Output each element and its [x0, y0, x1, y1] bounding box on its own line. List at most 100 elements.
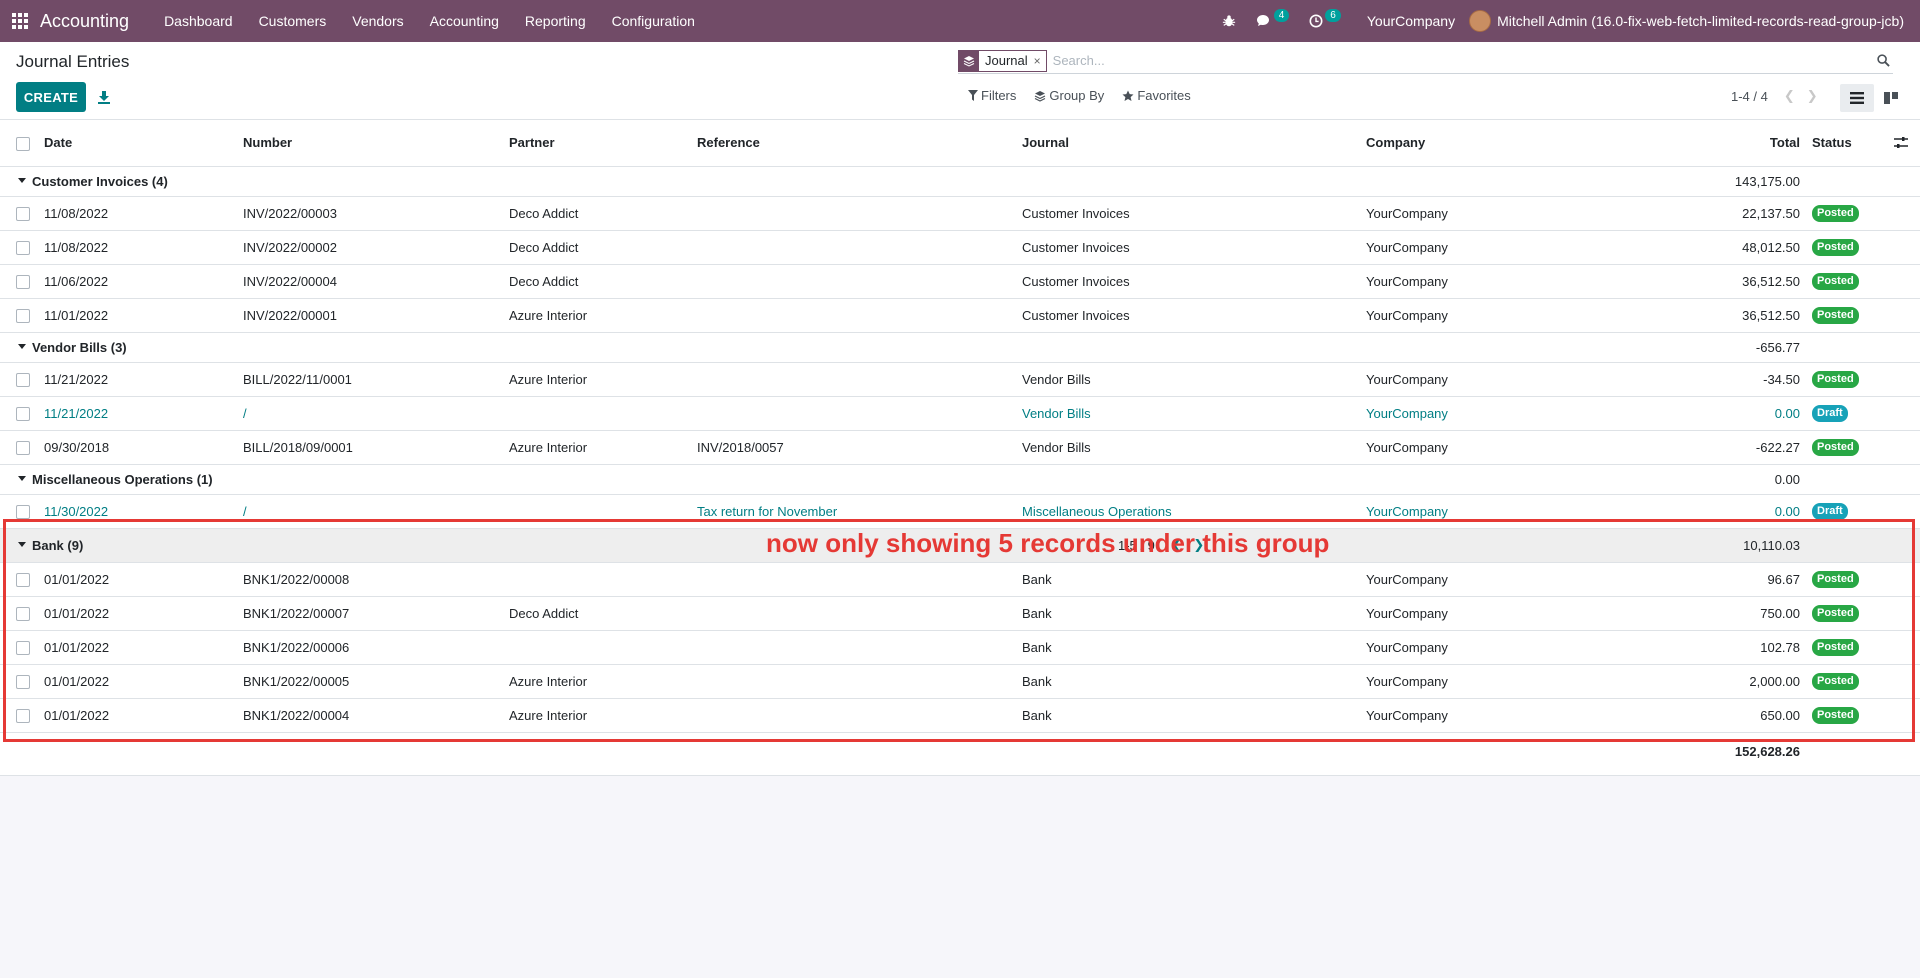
create-button[interactable]: CREATE — [16, 82, 86, 112]
row-checkbox[interactable] — [0, 196, 38, 231]
column-number[interactable]: Number — [237, 120, 503, 167]
group-total: -656.77 — [1728, 332, 1806, 363]
pager-next-icon[interactable]: ❯ — [1807, 88, 1818, 104]
menu-reporting[interactable]: Reporting — [512, 0, 599, 42]
cell-journal: Customer Invoices — [1016, 196, 1360, 231]
select-all-checkbox[interactable] — [0, 120, 38, 167]
row-checkbox[interactable] — [0, 630, 38, 665]
cell-journal: Miscellaneous Operations — [1016, 494, 1360, 529]
group-row[interactable]: Customer Invoices (4) 143,175.00 — [0, 166, 1920, 197]
group-row[interactable]: Miscellaneous Operations (1) 0.00 — [0, 464, 1920, 495]
row-checkbox[interactable] — [0, 230, 38, 265]
cell-total: 96.67 — [1728, 562, 1806, 597]
table-row[interactable]: 11/06/2022 INV/2022/00004 Deco Addict Custo… — [0, 264, 1920, 299]
facet-remove-icon[interactable]: × — [1034, 54, 1046, 68]
facet-label: Journal — [985, 53, 1028, 68]
group-header[interactable]: Vendor Bills (3) — [0, 332, 1016, 363]
cell-partner — [503, 396, 691, 431]
pager-previous-icon[interactable]: ❮ — [1784, 88, 1795, 104]
row-checkbox[interactable] — [0, 396, 38, 431]
column-status[interactable]: Status — [1806, 120, 1920, 167]
search-input[interactable] — [1052, 53, 1873, 68]
journal-entries-table: Date Number Partner Reference Journal Co… — [0, 120, 1920, 770]
cell-journal: Vendor Bills — [1016, 430, 1360, 465]
activities-button[interactable]: 6 — [1309, 8, 1341, 28]
cell-date: 01/01/2022 — [38, 698, 237, 733]
cell-date: 11/08/2022 — [38, 230, 237, 265]
menu-vendors[interactable]: Vendors — [339, 0, 416, 42]
menu-configuration[interactable]: Configuration — [599, 0, 708, 42]
cell-total: 0.00 — [1728, 396, 1806, 431]
column-reference[interactable]: Reference — [691, 120, 1016, 167]
messages-button[interactable]: 4 — [1256, 8, 1290, 28]
cell-date: 11/06/2022 — [38, 264, 237, 299]
table-row[interactable]: 01/01/2022 BNK1/2022/00006 Bank YourCompany… — [0, 630, 1920, 665]
cell-journal: Customer Invoices — [1016, 298, 1360, 333]
export-button[interactable] — [95, 84, 113, 110]
table-row[interactable]: 11/21/2022/ Vendor Bills YourCompany 0.00 Dr… — [0, 396, 1920, 431]
cell-status: Posted — [1806, 230, 1920, 265]
group-label: Bank (9) — [32, 537, 84, 553]
list-view-button[interactable] — [1840, 84, 1874, 112]
table-row[interactable]: 11/01/2022 INV/2022/00001 Azure Interior Cu… — [0, 298, 1920, 333]
column-date[interactable]: Date — [38, 120, 237, 167]
debug-button[interactable] — [1222, 14, 1236, 28]
cell-company: YourCompany — [1360, 362, 1535, 397]
row-checkbox[interactable] — [0, 494, 38, 529]
search-bar: Journal × — [958, 48, 1893, 74]
company-switcher[interactable]: YourCompany — [1367, 13, 1455, 29]
menu-dashboard[interactable]: Dashboard — [151, 0, 246, 42]
row-checkbox[interactable] — [0, 430, 38, 465]
kanban-view-button[interactable] — [1874, 84, 1908, 112]
cell-reference — [691, 196, 1016, 231]
pager-value[interactable]: 1-4 / 4 — [1731, 89, 1768, 104]
table-row[interactable]: 11/30/2022/ Tax return for November Miscel… — [0, 494, 1920, 529]
cell-number: BNK1/2022/00008 — [237, 562, 503, 597]
cell-total: 102.78 — [1728, 630, 1806, 665]
list-pager: 1-4 / 4 ❮ ❯ — [1731, 88, 1818, 104]
column-partner[interactable]: Partner — [503, 120, 691, 167]
column-journal[interactable]: Journal — [1016, 120, 1360, 167]
column-company[interactable]: Company — [1360, 120, 1535, 167]
table-row[interactable]: 11/08/2022 INV/2022/00002 Deco Addict Custo… — [0, 230, 1920, 265]
search-button[interactable] — [1873, 54, 1893, 67]
filters-label: Filters — [981, 88, 1017, 103]
menu-accounting[interactable]: Accounting — [417, 0, 512, 42]
table-row[interactable]: 01/01/2022 BNK1/2022/00005 Azure Interior B… — [0, 664, 1920, 699]
table-row[interactable]: 11/21/2022 BILL/2022/11/0001 Azure Interio… — [0, 362, 1920, 397]
table-row[interactable]: 09/30/2018 BILL/2018/09/0001 Azure Interio… — [0, 430, 1920, 465]
row-checkbox[interactable] — [0, 596, 38, 631]
cell-status: Posted — [1806, 196, 1920, 231]
cell-date: 11/21/2022 — [38, 362, 237, 397]
layers-icon — [1035, 90, 1046, 102]
cell-reference — [691, 230, 1016, 265]
row-checkbox[interactable] — [0, 298, 38, 333]
user-menu[interactable]: Mitchell Admin (16.0-fix-web-fetch-limit… — [1469, 10, 1904, 32]
cell-journal: Bank — [1016, 698, 1360, 733]
group-header[interactable]: Miscellaneous Operations (1) — [0, 464, 1016, 495]
table-row[interactable]: 11/08/2022 INV/2022/00003 Deco Addict Custo… — [0, 196, 1920, 231]
menu-customers[interactable]: Customers — [246, 0, 340, 42]
table-row[interactable]: 01/01/2022 BNK1/2022/00004 Azure Interior B… — [0, 698, 1920, 733]
cell-company: YourCompany — [1360, 664, 1535, 699]
column-total[interactable]: Total — [1728, 120, 1806, 167]
table-row[interactable]: 01/01/2022 BNK1/2022/00007 Deco Addict Bank… — [0, 596, 1920, 631]
filters-dropdown[interactable]: Filters — [968, 88, 1016, 103]
row-checkbox[interactable] — [0, 562, 38, 597]
favorites-dropdown[interactable]: Favorites — [1122, 88, 1191, 103]
list-view-icon — [1850, 92, 1864, 104]
optional-columns-icon[interactable] — [1894, 136, 1908, 152]
status-badge: Draft — [1812, 503, 1848, 520]
table-row[interactable]: 01/01/2022 BNK1/2022/00008 Bank YourCompany… — [0, 562, 1920, 597]
cell-total: 36,512.50 — [1728, 264, 1806, 299]
apps-menu-button[interactable] — [2, 0, 38, 42]
row-checkbox[interactable] — [0, 362, 38, 397]
row-checkbox[interactable] — [0, 698, 38, 733]
row-checkbox[interactable] — [0, 664, 38, 699]
cell-status: Posted — [1806, 430, 1920, 465]
group-row[interactable]: Vendor Bills (3) -656.77 — [0, 332, 1920, 363]
group-header[interactable]: Customer Invoices (4) — [0, 166, 1016, 197]
groupby-dropdown[interactable]: Group By — [1034, 88, 1104, 103]
row-checkbox[interactable] — [0, 264, 38, 299]
app-brand[interactable]: Accounting — [40, 11, 129, 32]
